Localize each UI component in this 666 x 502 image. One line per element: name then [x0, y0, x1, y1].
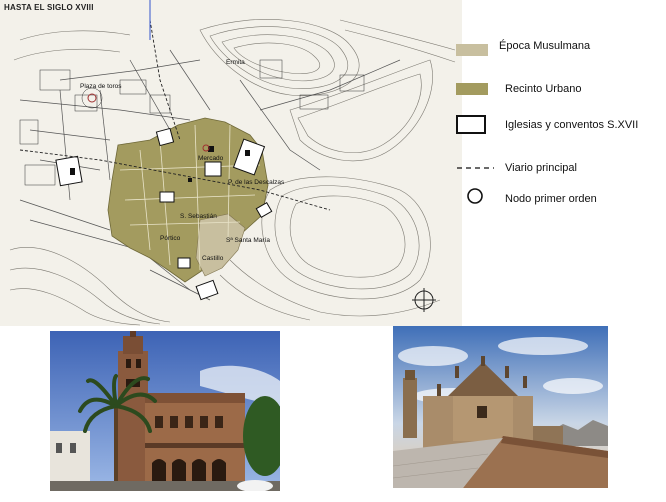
legend-circle-icon	[467, 188, 483, 204]
legend-label-iglesias-conventos: Iglesias y conventos S.XVII	[505, 119, 639, 131]
historic-city-map: Plaza de toros Ermita Mercado P. de las …	[0, 0, 462, 326]
legend-label-nodo-primer-orden: Nodo primer orden	[505, 193, 597, 205]
legend-swatch-iglesias-conventos	[456, 115, 486, 134]
map-title: HASTA EL SIGLO XVIII	[4, 3, 94, 12]
church-tower-plaza-photo	[50, 331, 280, 491]
legend-swatch-epoca-musulmana	[456, 44, 488, 56]
legend-dashed-line-icon	[457, 167, 494, 169]
label-portico: Pórtico	[160, 235, 181, 242]
label-castillo: Castillo	[202, 255, 224, 262]
label-plaza-toros: Plaza de toros	[80, 83, 122, 90]
label-santa-maria: Sª Santa María	[226, 237, 270, 244]
label-san-sebastian: S. Sebastián	[180, 213, 217, 220]
label-ermita: Ermita	[226, 59, 245, 66]
legend-swatch-recinto-urbano	[456, 83, 488, 95]
legend-label-epoca-musulmana: Época Musulmana	[499, 40, 591, 52]
legend-label-viario-principal: Viario principal	[505, 162, 577, 174]
legend-label-recinto-urbano: Recinto Urbano	[505, 83, 582, 95]
church-dome-terrace-photo	[393, 326, 608, 488]
label-mercado: Mercado	[198, 155, 224, 162]
label-descalzas: P. de las Descalzas	[228, 179, 285, 186]
map-drawing: Plaza de toros Ermita Mercado P. de las …	[9, 0, 456, 326]
